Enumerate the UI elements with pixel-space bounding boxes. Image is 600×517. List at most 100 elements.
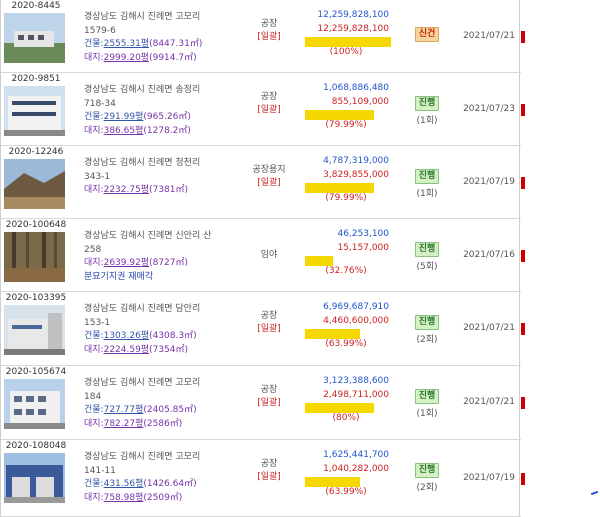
table-row[interactable]: 2020-100648 경상남도 김해시 진례면 신안리 산 258 대지:263… — [1, 219, 525, 292]
table-row[interactable]: 2020-108048 경상남도 김해시 진례면 고모리 141-11 건물:43… — [1, 440, 525, 517]
land-area-link[interactable]: 758.98평 — [104, 493, 144, 503]
ratio-bar — [305, 329, 360, 339]
address-lot: 141-11 — [84, 465, 116, 476]
price-block: 12,259,828,100 12,259,828,100 (100%) — [303, 8, 391, 58]
property-photo[interactable] — [4, 453, 65, 503]
table-row[interactable]: 2020-12246 경상남도 김해시 진례면 청천리 343-1 대지:2232… — [1, 146, 525, 219]
building-sqm: (2405.85㎡) — [143, 405, 197, 415]
bundle-label: [일괄] — [257, 105, 281, 115]
address-line: 경상남도 김해시 진례면 고모리 — [84, 378, 201, 388]
status-cell: 진행 (5회) — [409, 242, 445, 272]
case-number[interactable]: 2020-108048 — [4, 441, 68, 451]
building-label: 건물: — [84, 39, 104, 49]
property-photo[interactable] — [4, 86, 65, 136]
property-address: 경상남도 김해시 진례면 담안리 153-1 건물:1303.26평(4308.3… — [84, 303, 254, 357]
row-edge-marker — [521, 472, 525, 485]
building-area-link[interactable]: 727.77평 — [104, 405, 144, 415]
building-label: 건물: — [84, 479, 104, 489]
status-badge: 진행 — [414, 242, 440, 257]
building-area-link[interactable]: 431.56평 — [104, 479, 144, 489]
table-row[interactable]: 2020-9851 경상남도 김해시 진례면 송정리 718-34 건물:291.… — [1, 73, 525, 146]
land-label: 대지: — [84, 185, 104, 195]
property-photo[interactable] — [4, 379, 65, 429]
case-number[interactable]: 2020-12246 — [4, 147, 68, 157]
ratio-bar — [305, 37, 391, 47]
land-area-link[interactable]: 2639.92평 — [104, 258, 150, 268]
ratio-text: (80%) — [332, 413, 360, 423]
property-address: 경상남도 김해시 진례면 고모리 141-11 건물:431.56평(1426.6… — [84, 451, 254, 505]
property-type: 임야 — [244, 249, 294, 262]
status-cell: 진행 (2회) — [409, 463, 445, 493]
land-area-link[interactable]: 782.27평 — [104, 419, 144, 429]
building-label: 건물: — [84, 405, 104, 415]
price-block: 6,969,687,910 4,460,600,000 (63.99%) — [303, 300, 389, 350]
land-label: 대지: — [84, 258, 104, 268]
price-block: 1,068,886,480 855,109,000 (79.99%) — [303, 81, 389, 131]
land-area-link[interactable]: 2232.75평 — [104, 185, 150, 195]
appraisal-price: 46,253,100 — [337, 229, 389, 239]
table-row[interactable]: 2020-8445 경상남도 김해시 진례면 고모리 1579-6 건물:2555… — [1, 0, 525, 73]
table-row[interactable]: 2020-103395 경상남도 김해시 진례면 담안리 153-1 건물:130… — [1, 292, 525, 366]
land-label: 대지: — [84, 125, 104, 136]
appraisal-price: 4,787,319,000 — [323, 156, 389, 166]
property-type: 공장 [일괄] — [244, 384, 294, 410]
building-area-link[interactable]: 1303.26평 — [104, 331, 150, 341]
address-lot: 718-34 — [84, 98, 116, 109]
status-cell: 진행 (2회) — [409, 315, 445, 345]
case-number[interactable]: 2020-8445 — [4, 1, 68, 11]
sale-date: 2021/07/19 — [463, 176, 515, 187]
land-area-link[interactable]: 2224.59평 — [104, 345, 150, 355]
status-cell: 진행 (1회) — [409, 169, 445, 199]
status-cell: 신건 — [409, 27, 445, 44]
case-number[interactable]: 2020-100648 — [4, 220, 68, 230]
type-label: 공장 — [260, 311, 278, 321]
property-photo[interactable] — [4, 159, 65, 209]
price-block: 46,253,100 15,157,000 (32.76%) — [303, 227, 389, 277]
building-area-link[interactable]: 291.99평 — [104, 112, 144, 122]
round-count: (2회) — [416, 335, 438, 345]
status-badge: 진행 — [414, 389, 440, 404]
property-type: 공장용지 [일괄] — [244, 164, 294, 190]
address-line: 경상남도 김해시 진례면 청천리 — [84, 158, 201, 168]
minimum-price: 1,040,282,000 — [323, 464, 389, 474]
building-label: 건물: — [84, 331, 104, 341]
address-line: 경상남도 김해시 진례면 고모리 — [84, 452, 201, 462]
ratio-bar — [305, 403, 374, 413]
type-label: 공장 — [260, 459, 278, 469]
scroll-mark — [590, 490, 599, 496]
sale-date: 2021/07/19 — [463, 472, 515, 483]
building-sqm: (8447.31㎡) — [149, 39, 203, 49]
status-badge: 진행 — [414, 315, 440, 330]
address-lot: 184 — [84, 391, 102, 402]
land-area-link[interactable]: 386.65평 — [104, 126, 144, 136]
property-photo[interactable] — [4, 232, 65, 282]
status-badge: 진행 — [414, 96, 440, 111]
land-sqm: (8727㎡) — [149, 258, 189, 268]
bundle-label: [일괄] — [257, 472, 281, 482]
price-block: 3,123,388,600 2,498,711,000 (80%) — [303, 374, 389, 424]
land-label: 대지: — [84, 418, 104, 429]
property-photo[interactable] — [4, 305, 65, 355]
minimum-price: 15,157,000 — [337, 243, 389, 253]
bundle-label: [일괄] — [257, 324, 281, 334]
property-address: 경상남도 김해시 진례면 신안리 산 258 대지:2639.92평(8727㎡)… — [84, 230, 254, 284]
type-label: 공장용지 — [252, 165, 286, 175]
table-row[interactable]: 2020-105674 경상남도 김해시 진례면 고모리 184 건물:727.7… — [1, 366, 525, 440]
status-cell: 진행 (1회) — [409, 96, 445, 126]
address-lot: 343-1 — [84, 171, 111, 182]
case-number[interactable]: 2020-105674 — [4, 367, 68, 377]
property-type: 공장 [일괄] — [244, 18, 294, 44]
appraisal-price: 1,068,886,480 — [323, 83, 389, 93]
note-text: 분묘기지권 재매각 — [84, 271, 154, 282]
case-number[interactable]: 2020-9851 — [4, 74, 68, 84]
property-photo[interactable] — [4, 13, 65, 63]
property-address: 경상남도 김해시 진례면 고모리 1579-6 건물:2555.31평(8447.… — [84, 11, 254, 65]
address-line: 경상남도 김해시 진례면 담안리 — [84, 304, 201, 314]
land-area-link[interactable]: 2999.20평 — [104, 53, 150, 63]
case-number[interactable]: 2020-103395 — [4, 293, 68, 303]
building-area-link[interactable]: 2555.31평 — [104, 39, 150, 49]
land-sqm: (7354㎡) — [149, 344, 189, 355]
sale-date: 2021/07/21 — [463, 323, 515, 333]
address-lot: 1579-6 — [84, 25, 116, 36]
land-label: 대지: — [84, 52, 104, 63]
